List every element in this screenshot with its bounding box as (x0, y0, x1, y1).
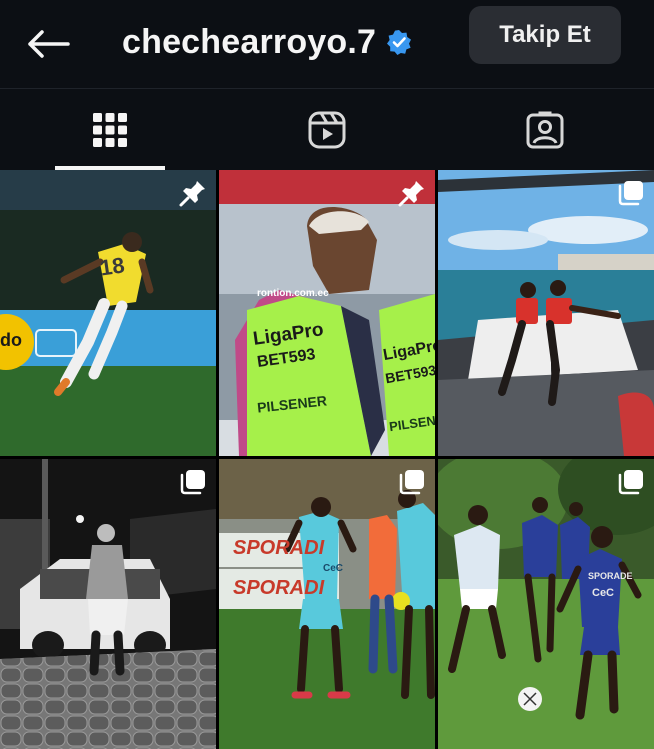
post-image (438, 459, 654, 749)
ad-board-text: do (0, 330, 22, 350)
shirt-text: CeC (323, 563, 344, 574)
arrow-left-icon (28, 30, 70, 58)
back-button[interactable] (22, 22, 74, 66)
username: chechearroyo.7 (122, 22, 377, 61)
post-thumbnail[interactable]: rontion.com.ec LigaPro BET593 PILSENER L… (219, 170, 435, 456)
post-image (219, 459, 435, 749)
shirt-text-2: CeC (592, 587, 615, 599)
post-thumbnail[interactable]: SPORADI SPORADI CeC (219, 459, 435, 749)
carousel-icon (180, 470, 205, 495)
profile-tabs (0, 88, 654, 171)
post-thumbnail[interactable] (438, 170, 654, 456)
posts-grid: 18 do rontion.com.ec LigaPro BET593 PILS… (0, 170, 654, 749)
post-image (0, 170, 216, 456)
pin-icon (398, 181, 424, 207)
sign-text: rontion.com.ec (257, 288, 329, 299)
reels-icon (308, 111, 346, 149)
post-image (0, 459, 216, 749)
post-image (219, 170, 435, 456)
tab-tagged[interactable] (490, 89, 600, 171)
post-thumbnail[interactable] (0, 459, 216, 749)
follow-button[interactable]: Takip Et (469, 6, 621, 64)
post-thumbnail[interactable]: 18 do (0, 170, 216, 456)
banner-text-1: SPORADI (233, 537, 325, 559)
post-thumbnail[interactable]: SPORADE CeC (438, 459, 654, 749)
pin-icon (179, 181, 205, 207)
grid-icon (93, 113, 127, 147)
carousel-icon (399, 470, 424, 495)
shirt-text-1: SPORADE (588, 571, 633, 581)
profile-header: chechearroyo.7 Takip Et (0, 0, 654, 88)
tagged-icon (526, 111, 564, 149)
tab-posts[interactable] (55, 89, 165, 171)
post-image (438, 170, 654, 456)
profile-title: chechearroyo.7 (122, 18, 412, 66)
carousel-icon (618, 181, 643, 206)
carousel-icon (618, 470, 643, 495)
tab-reels[interactable] (272, 89, 382, 171)
verified-badge-icon (386, 29, 412, 55)
banner-text-2: SPORADI (233, 577, 325, 599)
jersey-number: 18 (98, 252, 127, 281)
